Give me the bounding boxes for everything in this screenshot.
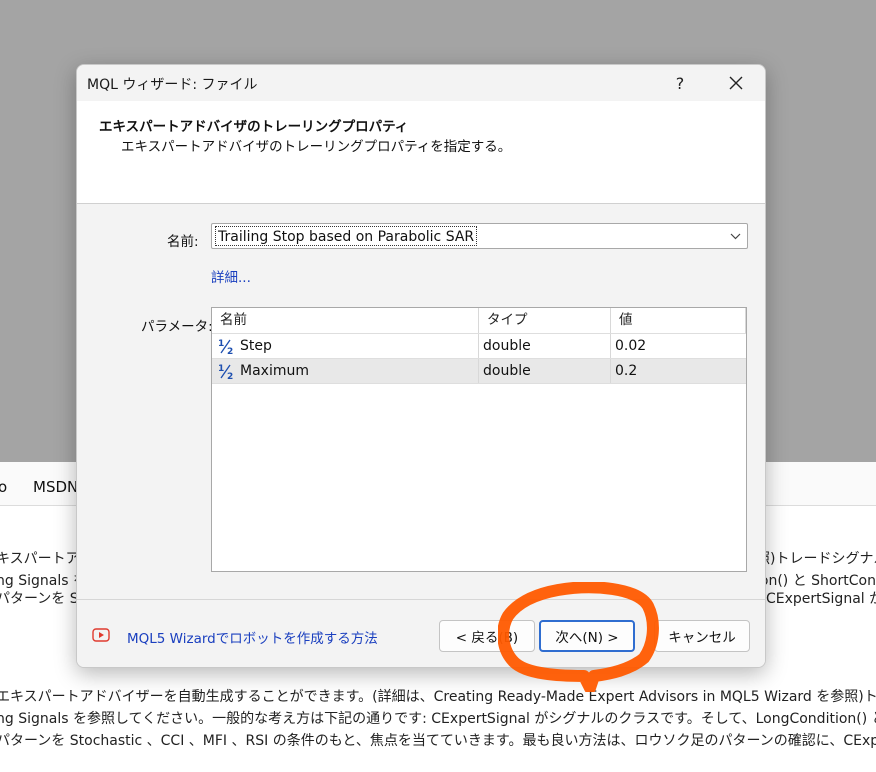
tutorial-link[interactable]: MQL5 Wizardでロボットを作成する方法 [127, 627, 378, 647]
parameters-grid[interactable]: 名前 タイプ 値 1 2 Step double 0.02 1 2 Maximu… [211, 307, 747, 572]
dialog-titlebar[interactable]: MQL ウィザード: ファイル ? [77, 65, 765, 101]
param-name: Step [240, 338, 272, 354]
background-tab[interactable]: o [0, 478, 7, 496]
background-text-line: ion() と ShortCond [756, 573, 876, 589]
background-text-line: ng Signals を参照してください。一般的な考え方は下記の通りです: CE… [0, 711, 876, 727]
half-fraction-icon: 1 2 [217, 337, 235, 357]
parameters-label: パラメータ: [141, 319, 213, 335]
help-icon: ? [675, 73, 685, 93]
background-text-line: パターンを Stochastic 、CCI 、MFI 、RSI の条件のもと、焦… [0, 733, 876, 749]
wizard-header-panel: エキスパートアドバイザのトレーリングプロパティ エキスパートアドバイザのトレーリ… [77, 101, 765, 204]
grid-header: 名前 タイプ 値 [212, 308, 746, 333]
dialog-title: MQL ウィザード: ファイル [87, 77, 258, 93]
close-icon [729, 71, 743, 95]
half-fraction-icon: 1 2 [217, 362, 235, 382]
param-type-cell: double [479, 334, 611, 358]
name-label: 名前: [167, 234, 199, 250]
column-header-type[interactable]: タイプ [479, 308, 611, 333]
wizard-step-subtitle: エキスパートアドバイザのトレーリングプロパティを指定する。 [121, 139, 512, 155]
background-tab-msdn[interactable]: MSDN [33, 478, 78, 496]
help-button[interactable]: ? [657, 65, 703, 101]
param-value-cell[interactable]: 0.02 [611, 334, 746, 358]
svg-text:2: 2 [227, 372, 233, 380]
param-name-cell: 1 2 Maximum [212, 359, 479, 383]
details-link[interactable]: 詳細... [211, 266, 251, 286]
column-header-value[interactable]: 値 [611, 308, 746, 333]
wizard-body-panel: 名前: Trailing Stop based on Parabolic SAR… [77, 204, 765, 599]
param-value-cell[interactable]: 0.2 [611, 359, 746, 383]
background-text-line: エキスパートアドバイザーを自動生成することができます。(詳細は、Creating… [0, 689, 876, 705]
svg-text:2: 2 [227, 347, 233, 355]
trailing-name-combobox[interactable]: Trailing Stop based on Parabolic SAR [211, 223, 748, 249]
grid-row-divider [212, 383, 746, 384]
wizard-footer: MQL5 Wizardでロボットを作成する方法 < 戻る(B) 次へ(N) > … [77, 599, 765, 667]
close-button[interactable] [713, 65, 759, 101]
param-type-cell: double [479, 359, 611, 383]
mql-wizard-dialog: MQL ウィザード: ファイル ? エキスパートアドバイザのトレーリングプロパテ… [76, 64, 766, 668]
param-name-cell: 1 2 Step [212, 334, 479, 358]
wizard-step-title: エキスパートアドバイザのトレーリングプロパティ [99, 119, 409, 135]
param-name: Maximum [240, 363, 309, 379]
table-row[interactable]: 1 2 Step double 0.02 [212, 333, 746, 358]
chevron-down-icon[interactable] [723, 224, 747, 248]
cancel-button[interactable]: キャンセル [654, 620, 750, 652]
svg-text:1: 1 [218, 364, 224, 374]
table-row-selected[interactable]: 1 2 Maximum double 0.2 [212, 358, 746, 383]
combobox-selected-value: Trailing Stop based on Parabolic SAR [215, 226, 478, 246]
youtube-icon [92, 628, 110, 642]
background-text-line: CExpertSignal か [766, 591, 876, 607]
column-header-name[interactable]: 名前 [212, 308, 479, 333]
svg-text:1: 1 [218, 339, 224, 349]
next-button[interactable]: 次へ(N) > [539, 620, 635, 652]
background-text-line: 照)トレードシグナルの [756, 551, 876, 567]
back-button[interactable]: < 戻る(B) [439, 620, 535, 652]
